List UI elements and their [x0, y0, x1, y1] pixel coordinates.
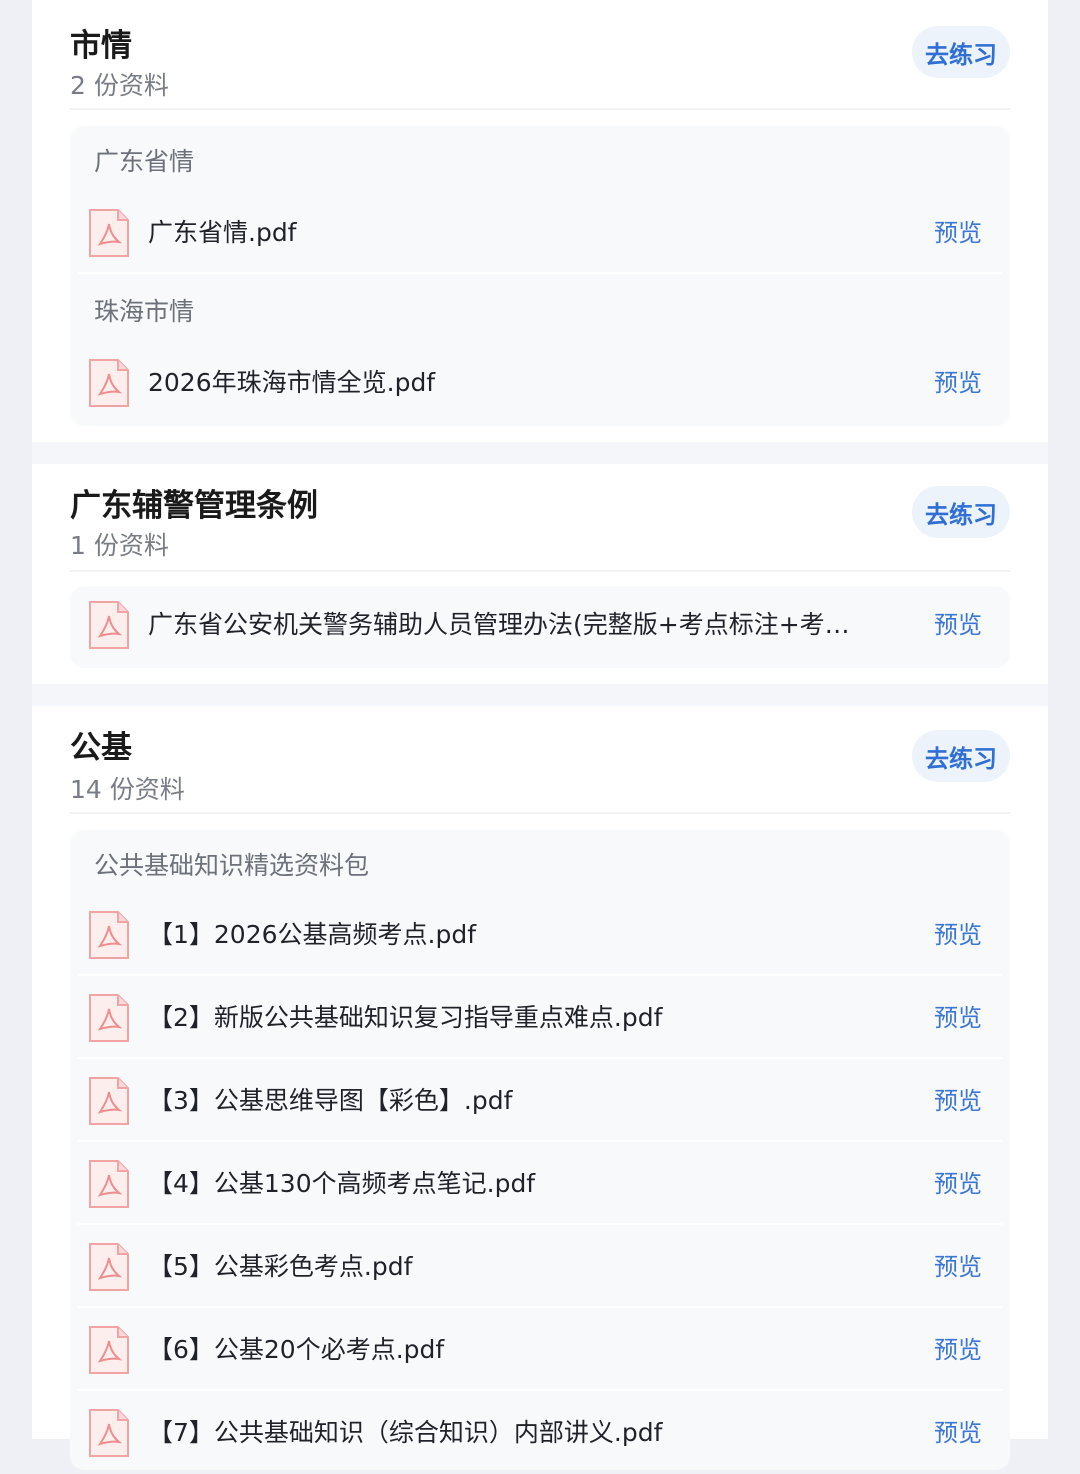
pdf-file-icon	[89, 1409, 129, 1457]
section-title: 广东辅警管理条例	[70, 488, 318, 524]
material-group: 广东省情 广东省情.pdf 预览 珠海市情 2026年珠海市情全览.pdf 预览	[70, 126, 1010, 426]
material-group: 公共基础知识精选资料包 【1】2026公基高频考点.pdf 预览 【2】新版公共…	[70, 830, 1010, 1470]
preview-link[interactable]: 预览	[934, 1250, 982, 1284]
section-count: 14 份资料	[70, 775, 185, 804]
row-divider	[78, 1223, 1002, 1225]
section-divider	[70, 570, 1010, 572]
group-title: 广东省情	[94, 147, 195, 176]
file-name: 【6】公基20个必考点.pdf	[148, 1335, 445, 1364]
material-group: 广东省公安机关警务辅助人员管理办法(完整版+考点标注+考… 预览	[70, 586, 1010, 668]
file-row[interactable]: 【4】公基130个高频考点笔记.pdf 预览	[70, 1145, 1010, 1225]
file-name: 广东省情.pdf	[148, 218, 297, 247]
pdf-file-icon	[89, 911, 129, 959]
practice-button[interactable]: 去练习	[912, 486, 1010, 538]
file-name: 【2】新版公共基础知识复习指导重点难点.pdf	[148, 1003, 663, 1032]
preview-link[interactable]: 预览	[934, 918, 982, 952]
row-divider	[78, 1389, 1002, 1391]
file-row[interactable]: 广东省公安机关警务辅助人员管理办法(完整版+考点标注+考… 预览	[70, 586, 1010, 666]
section-divider	[70, 108, 1010, 110]
row-divider	[78, 1140, 1002, 1142]
practice-button[interactable]: 去练习	[912, 730, 1010, 782]
file-row[interactable]: 2026年珠海市情全览.pdf 预览	[70, 344, 1010, 424]
file-name: 2026年珠海市情全览.pdf	[148, 368, 436, 397]
group-title: 珠海市情	[94, 297, 195, 326]
row-divider	[78, 272, 1002, 274]
row-divider	[78, 1057, 1002, 1059]
row-divider	[78, 974, 1002, 976]
group-title: 公共基础知识精选资料包	[94, 851, 370, 880]
file-row[interactable]: 【1】2026公基高频考点.pdf 预览	[70, 896, 1010, 976]
section-shiqing: 市情 2 份资料 去练习 广东省情 广东省情.pdf 预览 珠海市情 2026年…	[32, 0, 1048, 440]
file-row[interactable]: 【5】公基彩色考点.pdf 预览	[70, 1228, 1010, 1308]
preview-link[interactable]: 预览	[934, 1333, 982, 1367]
preview-link[interactable]: 预览	[934, 1084, 982, 1118]
pdf-file-icon	[89, 1243, 129, 1291]
preview-link[interactable]: 预览	[934, 1001, 982, 1035]
file-name: 广东省公安机关警务辅助人员管理办法(完整版+考点标注+考…	[148, 610, 850, 639]
file-name: 【1】2026公基高频考点.pdf	[148, 920, 477, 949]
row-divider	[78, 1306, 1002, 1308]
section-divider	[70, 812, 1010, 814]
section-separator	[32, 684, 1048, 706]
pdf-file-icon	[89, 1077, 129, 1125]
section-separator	[32, 442, 1048, 464]
pdf-file-icon	[89, 209, 129, 257]
section-title: 市情	[70, 28, 132, 64]
file-name: 【7】公共基础知识（综合知识）内部讲义.pdf	[148, 1418, 663, 1447]
pdf-file-icon	[89, 994, 129, 1042]
section-title: 公基	[70, 730, 132, 766]
preview-link[interactable]: 预览	[934, 1416, 982, 1450]
section-gongji: 公基 14 份资料 去练习 公共基础知识精选资料包 【1】2026公基高频考点.…	[32, 706, 1048, 1470]
file-row[interactable]: 【6】公基20个必考点.pdf 预览	[70, 1311, 1010, 1391]
practice-button[interactable]: 去练习	[912, 26, 1010, 78]
pdf-file-icon	[89, 1160, 129, 1208]
file-row[interactable]: 广东省情.pdf 预览	[70, 194, 1010, 274]
file-row[interactable]: 【7】公共基础知识（综合知识）内部讲义.pdf 预览	[70, 1394, 1010, 1474]
file-name: 【5】公基彩色考点.pdf	[148, 1252, 413, 1281]
section-fujing: 广东辅警管理条例 1 份资料 去练习 广东省公安机关警务辅助人员管理办法(完整版…	[32, 464, 1048, 680]
file-row[interactable]: 【2】新版公共基础知识复习指导重点难点.pdf 预览	[70, 979, 1010, 1059]
preview-link[interactable]: 预览	[934, 608, 982, 642]
preview-link[interactable]: 预览	[934, 1167, 982, 1201]
materials-page: 市情 2 份资料 去练习 广东省情 广东省情.pdf 预览 珠海市情 2026年…	[32, 0, 1048, 1470]
pdf-file-icon	[89, 1326, 129, 1374]
file-name: 【4】公基130个高频考点笔记.pdf	[148, 1169, 536, 1198]
preview-link[interactable]: 预览	[934, 216, 982, 250]
section-count: 1 份资料	[70, 531, 169, 560]
preview-link[interactable]: 预览	[934, 366, 982, 400]
file-name: 【3】公基思维导图【彩色】.pdf	[148, 1086, 513, 1115]
pdf-file-icon	[89, 359, 129, 407]
pdf-file-icon	[89, 601, 129, 649]
file-row[interactable]: 【3】公基思维导图【彩色】.pdf 预览	[70, 1062, 1010, 1142]
section-count: 2 份资料	[70, 71, 169, 100]
